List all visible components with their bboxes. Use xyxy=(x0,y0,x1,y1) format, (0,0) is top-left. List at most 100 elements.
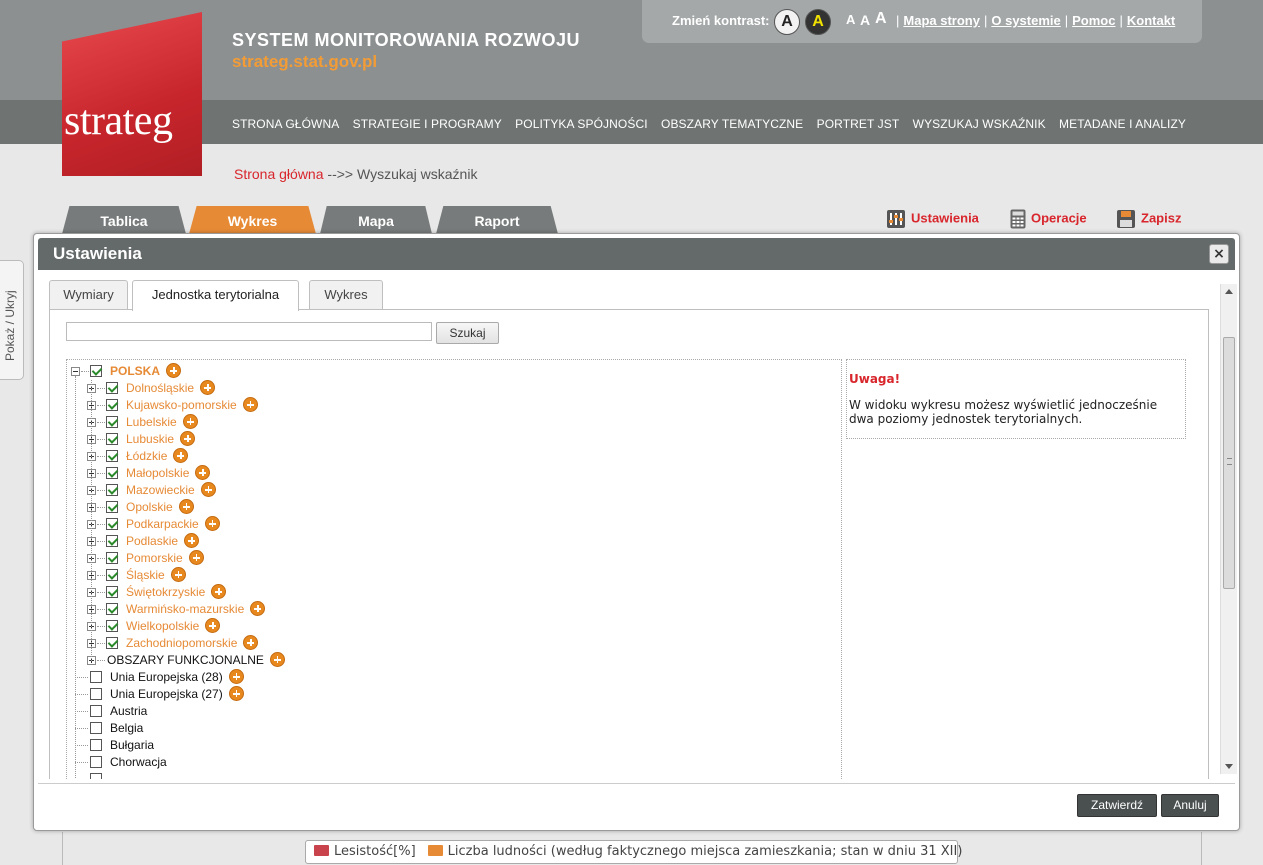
nav-item-thematic-areas[interactable]: OBSZARY TEMATYCZNE xyxy=(661,117,803,131)
add-circle-icon[interactable] xyxy=(228,669,244,684)
add-circle-icon[interactable] xyxy=(243,635,259,650)
checkbox[interactable] xyxy=(106,467,118,479)
about-link[interactable]: O systemie xyxy=(991,13,1060,28)
vertical-scrollbar[interactable] xyxy=(1220,284,1237,774)
add-circle-icon[interactable] xyxy=(200,380,216,395)
checkbox[interactable] xyxy=(106,586,118,598)
confirm-button[interactable]: Zatwierdź xyxy=(1077,794,1157,817)
breadcrumb-home-link[interactable]: Strona główna xyxy=(234,166,324,182)
tree-label-region[interactable]: Pomorskie xyxy=(126,550,204,567)
scroll-up-icon[interactable] xyxy=(1225,289,1233,294)
tree-label-region[interactable]: Śląskie xyxy=(126,567,186,584)
tree-label-country[interactable]: Unia Europejska (27) xyxy=(110,686,244,703)
add-circle-icon[interactable] xyxy=(188,550,204,565)
tree-label-region[interactable]: Warmińsko-mazurskie xyxy=(126,601,266,618)
tree-label-region[interactable]: Podkarpackie xyxy=(126,516,220,533)
tree-label-region[interactable]: Małopolskie xyxy=(126,465,211,482)
legend-item[interactable]: Liczba ludności (według faktycznego miej… xyxy=(427,844,962,859)
tree-label-region[interactable]: Zachodniopomorskie xyxy=(126,635,259,652)
contrast-high-button[interactable]: A xyxy=(805,9,831,35)
checkbox[interactable] xyxy=(106,518,118,530)
checkbox[interactable] xyxy=(106,637,118,649)
add-circle-icon[interactable] xyxy=(205,618,221,633)
logo-text[interactable]: strateg xyxy=(62,98,202,144)
cancel-button[interactable]: Anuluj xyxy=(1161,794,1219,817)
add-circle-icon[interactable] xyxy=(178,499,194,514)
checkbox[interactable] xyxy=(106,501,118,513)
add-circle-icon[interactable] xyxy=(200,482,216,497)
checkbox[interactable] xyxy=(106,535,118,547)
tab-chart-settings[interactable]: Wykres xyxy=(309,280,383,310)
tree-label-region[interactable]: Dolnośląskie xyxy=(126,380,216,397)
checkbox[interactable] xyxy=(106,620,118,632)
add-circle-icon[interactable] xyxy=(195,465,211,480)
close-icon[interactable]: × xyxy=(1209,244,1229,264)
tree-label-functional-areas[interactable]: OBSZARY FUNKCJONALNE xyxy=(107,652,285,669)
add-circle-icon[interactable] xyxy=(242,397,258,412)
checkbox[interactable] xyxy=(106,552,118,564)
tree-label-region[interactable]: Kujawsko-pomorskie xyxy=(126,397,258,414)
tab-chart[interactable]: Wykres xyxy=(189,206,316,234)
checkbox[interactable] xyxy=(106,399,118,411)
add-circle-icon[interactable] xyxy=(184,533,200,548)
contrast-normal-button[interactable]: A xyxy=(774,9,800,35)
add-circle-icon[interactable] xyxy=(182,414,198,429)
tree-label-country[interactable]: Austria xyxy=(110,703,147,720)
nav-item-cohesion-policy[interactable]: POLITYKA SPÓJNOŚCI xyxy=(515,117,648,131)
checkbox[interactable] xyxy=(106,450,118,462)
add-circle-icon[interactable] xyxy=(180,431,196,446)
tab-territorial-unit[interactable]: Jednostka terytorialna xyxy=(132,280,299,311)
scroll-down-icon[interactable] xyxy=(1225,764,1233,769)
add-circle-icon[interactable] xyxy=(250,601,266,616)
scrollbar-thumb[interactable] xyxy=(1223,337,1235,589)
checkbox[interactable] xyxy=(106,484,118,496)
tab-dimensions[interactable]: Wymiary xyxy=(49,280,128,310)
operations-button[interactable]: Operacje xyxy=(1010,209,1087,229)
search-button[interactable]: Szukaj xyxy=(436,322,499,344)
tree-label-country[interactable]: Unia Europejska (28) xyxy=(110,669,244,686)
tree-label-region[interactable]: Świętokrzyskie xyxy=(126,584,227,601)
add-circle-icon[interactable] xyxy=(173,448,189,463)
checkbox[interactable] xyxy=(90,756,102,768)
tree-label-region[interactable]: Podlaskie xyxy=(126,533,200,550)
nav-item-jst-portrait[interactable]: PORTRET JST xyxy=(817,117,900,131)
collapse-icon[interactable] xyxy=(71,367,80,376)
add-circle-icon[interactable] xyxy=(228,686,244,701)
search-input[interactable] xyxy=(66,322,432,341)
checkbox[interactable] xyxy=(106,603,118,615)
help-link[interactable]: Pomoc xyxy=(1072,13,1115,28)
tab-map[interactable]: Mapa xyxy=(320,206,432,234)
tree-label-region[interactable]: Lubuskie xyxy=(126,431,196,448)
tree-label-root[interactable]: POLSKA xyxy=(110,363,182,380)
font-size-small-button[interactable]: A xyxy=(846,12,855,27)
add-circle-icon[interactable] xyxy=(170,567,186,582)
checkbox[interactable] xyxy=(90,688,102,700)
dialog-titlebar[interactable]: Ustawienia × xyxy=(38,238,1235,270)
add-circle-icon[interactable] xyxy=(269,652,285,667)
checkbox[interactable] xyxy=(90,773,102,779)
nav-item-search-indicator[interactable]: WYSZUKAJ WSKAŹNIK xyxy=(913,117,1046,131)
tree-label-region[interactable]: Łódzkie xyxy=(126,448,189,465)
add-circle-icon[interactable] xyxy=(211,584,227,599)
tree-label-region[interactable]: Opolskie xyxy=(126,499,194,516)
checkbox[interactable] xyxy=(106,569,118,581)
add-circle-icon[interactable] xyxy=(166,363,182,378)
sitemap-link[interactable]: Mapa strony xyxy=(903,13,980,28)
save-button[interactable]: Zapisz xyxy=(1116,209,1181,229)
checkbox[interactable] xyxy=(90,705,102,717)
settings-button[interactable]: Ustawienia xyxy=(886,209,979,229)
add-circle-icon[interactable] xyxy=(204,516,220,531)
checkbox[interactable] xyxy=(106,433,118,445)
tab-table[interactable]: Tablica xyxy=(62,206,186,234)
nav-item-home[interactable]: STRONA GŁÓWNA xyxy=(232,117,339,131)
checkbox[interactable] xyxy=(90,722,102,734)
checkbox[interactable] xyxy=(90,671,102,683)
contact-link[interactable]: Kontakt xyxy=(1127,13,1175,28)
show-hide-side-toggle[interactable]: Pokaż / Ukryj xyxy=(0,260,24,380)
checkbox[interactable] xyxy=(90,739,102,751)
tab-report[interactable]: Raport xyxy=(436,206,558,234)
tree-label-country[interactable]: Belgia xyxy=(110,720,143,737)
legend-item[interactable]: Lesistość[%] xyxy=(314,844,416,859)
checkbox[interactable] xyxy=(106,416,118,428)
tree-label-country[interactable]: Chorwacja xyxy=(110,754,167,771)
